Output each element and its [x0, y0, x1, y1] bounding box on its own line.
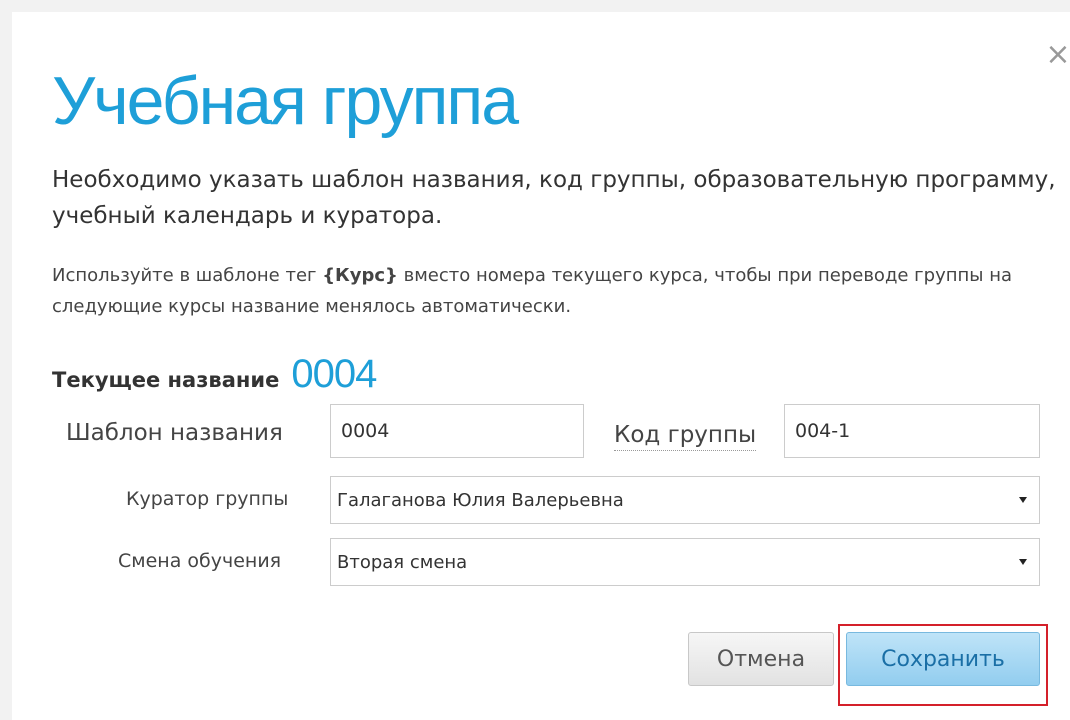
current-name-value: 0004: [291, 352, 377, 396]
chevron-down-icon: [1019, 497, 1027, 503]
hint-text: Используйте в шаблоне тег {Курс} вместо …: [52, 260, 1052, 322]
curator-select[interactable]: Галаганова Юлия Валерьевна: [330, 476, 1040, 524]
shift-label: Смена обучения: [118, 550, 282, 572]
curator-value: Галаганова Юлия Валерьевна: [337, 489, 624, 511]
cancel-button[interactable]: Отмена: [688, 632, 834, 686]
group-code-label: Код группы: [614, 420, 757, 451]
name-template-label: Шаблон названия: [66, 420, 283, 446]
dialog: × Учебная группа Необходимо указать шабл…: [12, 12, 1070, 720]
intro-text: Необходимо указать шаблон названия, код …: [52, 167, 1056, 229]
close-icon[interactable]: ×: [1045, 40, 1070, 70]
group-code-input[interactable]: [784, 404, 1040, 458]
hint-text-start: Используйте в шаблоне тег: [52, 265, 323, 286]
chevron-down-icon: [1019, 559, 1027, 565]
curator-label: Куратор группы: [126, 488, 289, 510]
dialog-title: Учебная группа: [52, 63, 519, 139]
name-template-input[interactable]: [330, 404, 584, 458]
shift-value: Вторая смена: [337, 551, 468, 573]
current-name: Текущее название 0004: [52, 352, 377, 397]
current-name-label: Текущее название: [52, 368, 280, 392]
shift-select[interactable]: Вторая смена: [330, 538, 1040, 586]
hint-tag: {Курс}: [322, 265, 398, 286]
save-button[interactable]: Сохранить: [846, 632, 1040, 686]
